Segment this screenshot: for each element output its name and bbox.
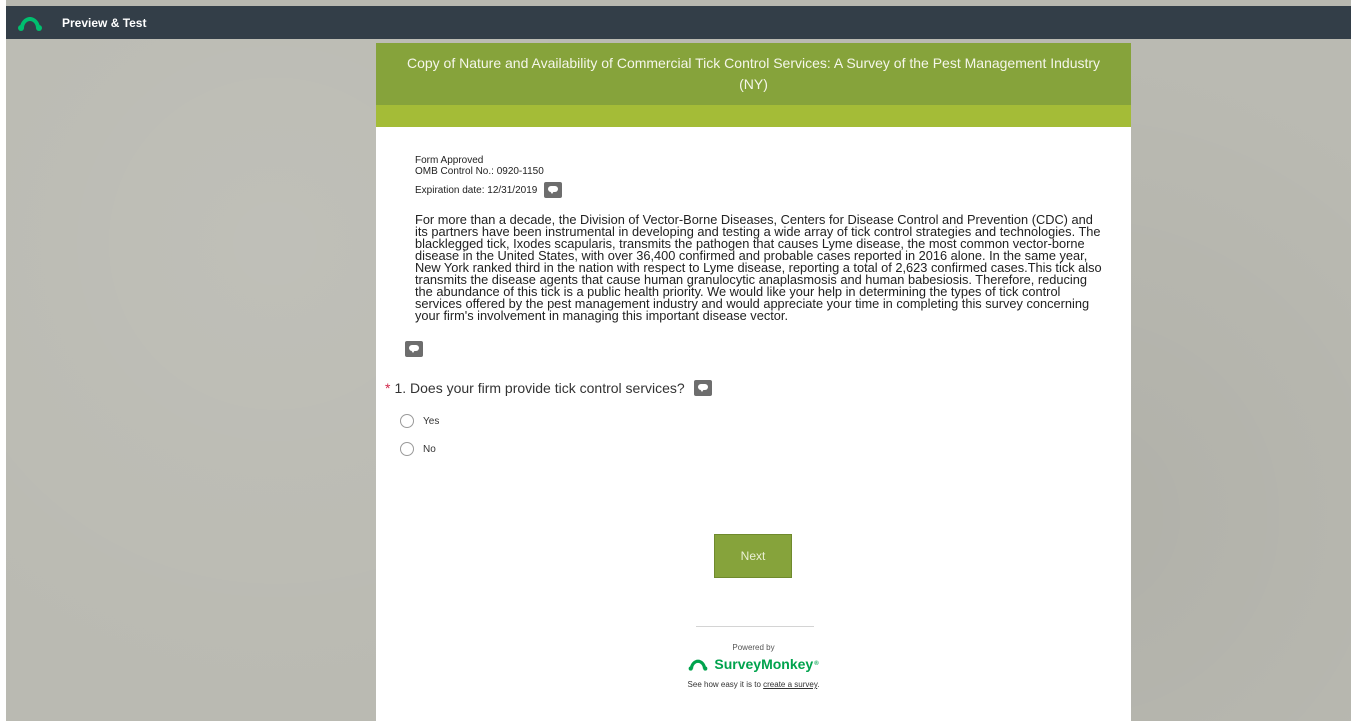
expiration-row: Expiration date: 12/31/2019 bbox=[415, 182, 1131, 198]
registered-mark: ® bbox=[814, 661, 819, 667]
required-marker: * bbox=[385, 380, 391, 396]
header-band bbox=[376, 105, 1131, 127]
brand-name: SurveyMonkey bbox=[714, 656, 814, 672]
intro-comment bbox=[405, 340, 1131, 358]
next-button[interactable]: Next bbox=[714, 534, 792, 578]
surveymonkey-logo-icon[interactable] bbox=[18, 14, 42, 32]
survey-header: Copy of Nature and Availability of Comme… bbox=[376, 43, 1131, 105]
tagline-prefix: See how easy it is to bbox=[687, 680, 764, 689]
tagline: See how easy it is to create a survey. bbox=[376, 680, 1131, 689]
preview-title: Preview & Test bbox=[62, 15, 147, 30]
screen: Preview & Test Copy of Nature and Availa… bbox=[0, 0, 1351, 721]
option-label: No bbox=[423, 443, 436, 455]
comment-icon[interactable] bbox=[544, 182, 563, 198]
preview-topbar: Preview & Test bbox=[6, 6, 1351, 39]
powered-by-text: Powered by bbox=[732, 643, 775, 652]
question-1: * 1. Does your firm provide tick control… bbox=[385, 380, 1131, 396]
question-text: 1. Does your firm provide tick control s… bbox=[394, 380, 685, 396]
radio-button-no[interactable] bbox=[400, 442, 414, 456]
radio-button-yes[interactable] bbox=[400, 414, 414, 428]
comment-icon[interactable] bbox=[693, 380, 712, 396]
form-approved-text: Form Approved bbox=[415, 155, 484, 166]
intro-text: For more than a decade, the Division of … bbox=[415, 212, 1102, 323]
option-no[interactable]: No bbox=[400, 435, 1131, 463]
surveymonkey-logo-icon bbox=[689, 659, 708, 671]
expiration-text: Expiration date: 12/31/2019 bbox=[415, 184, 538, 196]
option-yes[interactable]: Yes bbox=[400, 407, 1131, 435]
answer-options: Yes No bbox=[400, 407, 1131, 463]
footer-divider bbox=[696, 626, 814, 627]
tagline-suffix: . bbox=[817, 680, 820, 689]
survey-title: Copy of Nature and Availability of Comme… bbox=[406, 55, 1101, 92]
omb-control-text: OMB Control No.: 0920-1150 bbox=[415, 166, 544, 177]
option-label: Yes bbox=[423, 415, 440, 427]
surveymonkey-brand[interactable]: SurveyMonkey ® bbox=[376, 656, 1131, 672]
comment-icon[interactable] bbox=[405, 340, 423, 357]
form-meta: Form Approved OMB Control No.: 0920-1150… bbox=[376, 127, 1131, 198]
survey-page: Copy of Nature and Availability of Comme… bbox=[376, 43, 1131, 721]
create-survey-link[interactable]: create a survey bbox=[763, 680, 817, 689]
